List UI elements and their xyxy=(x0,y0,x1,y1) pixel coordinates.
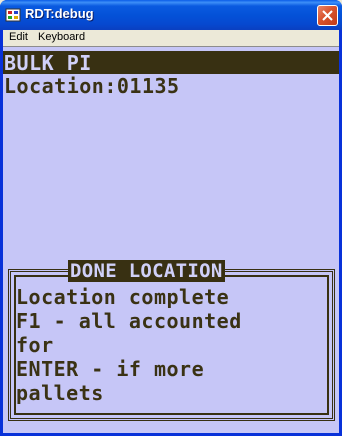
terminal-screen[interactable]: BULK PI Location:01135 DONE LOCATION Loc… xyxy=(3,46,339,433)
dialog-line: for xyxy=(16,333,54,357)
menu-edit[interactable]: Edit xyxy=(9,31,28,43)
screen-header-bar: BULK PI xyxy=(3,51,339,74)
done-location-dialog: DONE LOCATION Location complete F1 - all… xyxy=(8,260,335,421)
dialog-line: F1 - all accounted xyxy=(16,309,242,333)
dialog-line: Location complete xyxy=(16,285,230,309)
title-bar[interactable]: RDT:debug xyxy=(0,0,342,30)
dialog-body: Location complete F1 - all accounted for… xyxy=(16,285,322,405)
menu-bar: Edit Keyboard xyxy=(3,30,339,46)
close-icon xyxy=(322,10,333,21)
dialog-line: pallets xyxy=(16,381,104,405)
app-icon[interactable] xyxy=(5,7,21,23)
window-client-area: Edit Keyboard BULK PI Location:01135 DON… xyxy=(3,30,339,433)
dialog-title: DONE LOCATION xyxy=(68,260,225,282)
window-title: RDT:debug xyxy=(25,6,94,21)
close-button[interactable] xyxy=(317,5,338,26)
dialog-line: ENTER - if more xyxy=(16,357,205,381)
menu-keyboard[interactable]: Keyboard xyxy=(38,31,85,43)
screen-header-title: BULK PI xyxy=(4,51,92,75)
location-line: Location:01135 xyxy=(4,74,180,98)
app-window: RDT:debug Edit Keyboard BULK PI Location… xyxy=(0,0,342,436)
